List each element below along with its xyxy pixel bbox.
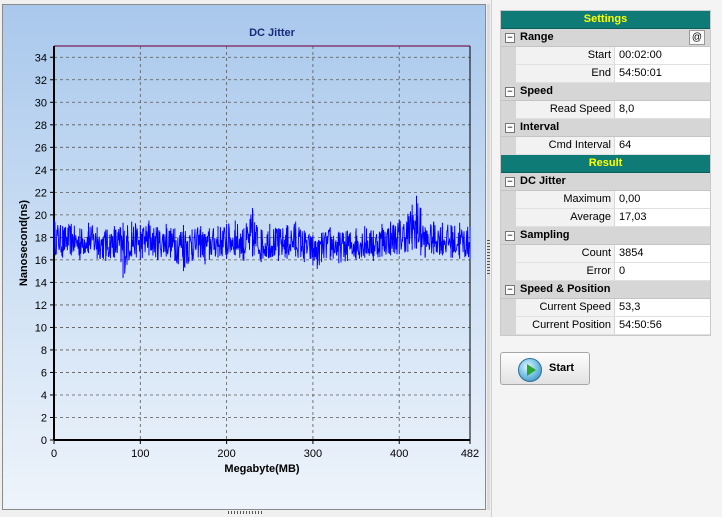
- property-name: Start: [516, 47, 615, 64]
- property-name: Average: [516, 209, 615, 226]
- property-name: Maximum: [516, 191, 615, 208]
- property-row-count: Count 3854: [501, 245, 710, 263]
- y-tick-label: 28: [35, 120, 47, 132]
- property-name: Current Speed: [516, 299, 615, 316]
- x-tick-label: 300: [304, 448, 322, 460]
- y-tick-label: 2: [41, 412, 47, 424]
- y-tick-label: 8: [41, 345, 47, 357]
- property-row-average: Average 17,03: [501, 209, 710, 227]
- collapse-icon[interactable]: −: [505, 177, 515, 187]
- y-tick-label: 30: [35, 97, 47, 109]
- category-speed-position: − Speed & Position: [501, 281, 710, 299]
- error-value: 0: [619, 265, 626, 277]
- start-button-label: Start: [549, 362, 575, 374]
- average-value: 17,03: [619, 211, 647, 223]
- y-tick-label: 16: [35, 255, 47, 267]
- current-speed-value: 53,3: [619, 301, 641, 313]
- x-tick-label: 0: [51, 448, 57, 460]
- category-dc-jitter: − DC Jitter: [501, 173, 710, 191]
- property-name: Read Speed: [516, 101, 615, 118]
- property-row-error: Error 0: [501, 263, 710, 281]
- property-row-cmd-interval: Cmd Interval 64: [501, 137, 710, 155]
- count-value: 3854: [619, 247, 644, 259]
- vertical-splitter[interactable]: [487, 4, 490, 510]
- chart-title: DC Jitter: [249, 27, 296, 39]
- property-grid: Settings − Range @ Start 00:02:00 End 54…: [500, 10, 711, 336]
- y-tick-label: 10: [35, 322, 47, 334]
- x-tick-label: 400: [390, 448, 408, 460]
- y-axis-label: Nanosecond(ns): [18, 200, 30, 287]
- chart-panel: 0 2 4 6 8 10 12 14 16 18 20 22 24 26 28 30 32 34 0 100 200 30…: [2, 4, 486, 510]
- y-tick-label: 26: [35, 142, 47, 154]
- y-tick-label: 6: [41, 367, 47, 379]
- category-speed: − Speed: [501, 83, 710, 101]
- category-sampling: − Sampling: [501, 227, 710, 245]
- property-name: End: [516, 65, 615, 82]
- x-tick-label: 200: [217, 448, 235, 460]
- end-value-field[interactable]: 54:50:01: [619, 65, 710, 82]
- category-label: DC Jitter: [520, 175, 566, 187]
- category-label: Speed: [520, 85, 554, 97]
- result-header: Result: [501, 155, 710, 173]
- cmd-interval-field[interactable]: 64: [619, 137, 710, 154]
- collapse-icon[interactable]: −: [505, 231, 515, 241]
- splitter-grip-icon: [228, 511, 262, 514]
- collapse-icon[interactable]: −: [505, 87, 515, 97]
- at-button[interactable]: @: [689, 30, 705, 45]
- property-row-current-speed: Current Speed 53,3: [501, 299, 710, 317]
- y-tick-label: 12: [35, 300, 47, 312]
- start-value-field[interactable]: 00:02:00: [619, 47, 710, 64]
- y-tick-label: 32: [35, 75, 47, 87]
- y-tick-label: 18: [35, 232, 47, 244]
- property-row-maximum: Maximum 0,00: [501, 191, 710, 209]
- y-tick-label: 20: [35, 210, 47, 222]
- category-label: Interval: [520, 121, 560, 133]
- current-position-value: 54:50:56: [619, 319, 662, 331]
- collapse-icon[interactable]: −: [505, 33, 515, 43]
- y-tick-label: 0: [41, 435, 47, 447]
- category-label: Range: [520, 31, 554, 43]
- y-tick-label: 24: [35, 165, 47, 177]
- category-range: − Range @: [501, 29, 710, 47]
- splitter-grip-icon: [487, 240, 490, 274]
- property-row-start: Start 00:02:00: [501, 47, 710, 65]
- property-row-read-speed: Read Speed 8,0: [501, 101, 710, 119]
- property-name: Count: [516, 245, 615, 262]
- property-row-current-position: Current Position 54:50:56: [501, 317, 710, 335]
- y-tick-label: 22: [35, 187, 47, 199]
- category-label: Speed & Position: [520, 283, 611, 295]
- dc-jitter-chart: 02468101214161820222426283032340 100 200 30…: [18, 27, 479, 475]
- collapse-icon[interactable]: −: [505, 285, 515, 295]
- y-tick-label: 34: [35, 52, 47, 64]
- category-label: Sampling: [520, 229, 570, 241]
- property-name: Error: [516, 263, 615, 280]
- property-name: Current Position: [516, 317, 615, 334]
- read-speed-field[interactable]: 8,0: [619, 101, 710, 118]
- horizontal-splitter[interactable]: [2, 511, 486, 515]
- y-tick-label: 14: [35, 277, 47, 289]
- maximum-value: 0,00: [619, 193, 641, 205]
- collapse-icon[interactable]: −: [505, 123, 515, 133]
- start-button[interactable]: Start: [500, 352, 590, 385]
- y-tick-label: 4: [41, 390, 47, 402]
- x-tick-label: 482: [461, 448, 479, 460]
- settings-header: Settings: [501, 11, 710, 29]
- x-tick-label: 100: [131, 448, 149, 460]
- property-row-end: End 54:50:01: [501, 65, 710, 83]
- play-icon: [518, 358, 542, 382]
- x-axis-label: Megabyte(MB): [224, 463, 300, 475]
- property-name: Cmd Interval: [516, 137, 615, 154]
- category-interval: − Interval: [501, 119, 710, 137]
